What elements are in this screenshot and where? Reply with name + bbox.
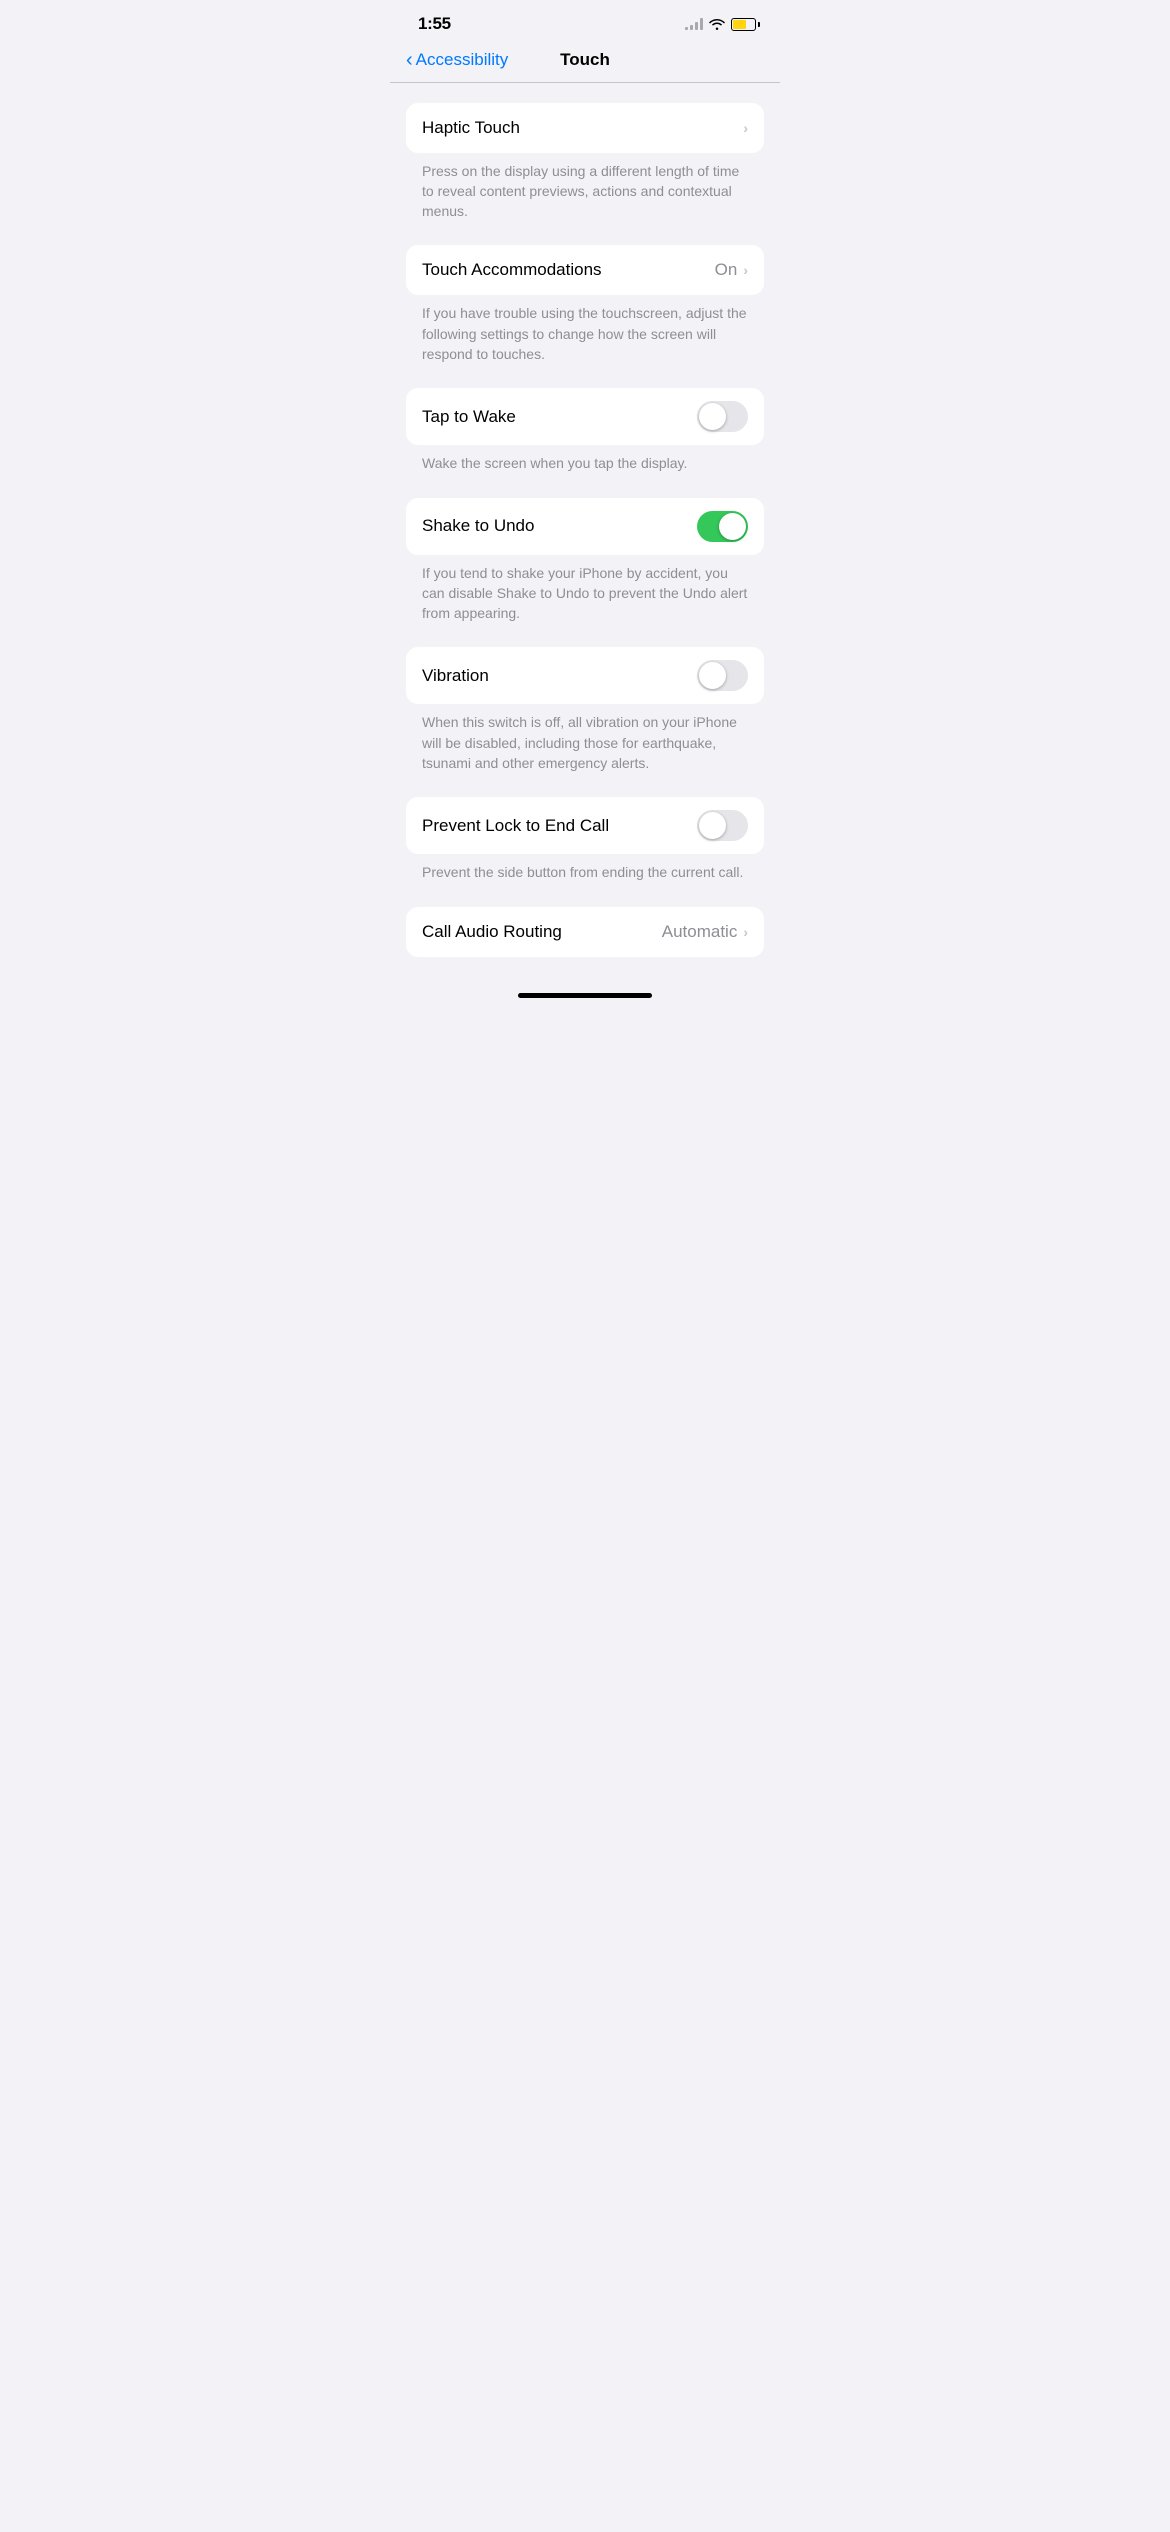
vibration-group: Vibration When this switch is off, all v…	[406, 647, 764, 789]
touch-accommodations-card: Touch Accommodations On ›	[406, 245, 764, 295]
haptic-touch-chevron: ›	[743, 120, 748, 136]
vibration-row: Vibration	[406, 647, 764, 704]
touch-accommodations-chevron: ›	[743, 262, 748, 278]
vibration-label: Vibration	[422, 666, 489, 686]
call-audio-routing-chevron: ›	[743, 924, 748, 940]
tap-to-wake-description: Wake the screen when you tap the display…	[406, 445, 764, 489]
nav-bar: ‹ Accessibility Touch	[390, 42, 780, 82]
haptic-touch-description: Press on the display using a different l…	[406, 153, 764, 238]
tap-to-wake-row: Tap to Wake	[406, 388, 764, 445]
call-audio-routing-value: Automatic	[662, 922, 738, 942]
page-title: Touch	[560, 50, 610, 70]
home-indicator	[518, 993, 652, 998]
prevent-lock-toggle-thumb	[699, 812, 726, 839]
call-audio-routing-label: Call Audio Routing	[422, 922, 562, 942]
touch-accommodations-description: If you have trouble using the touchscree…	[406, 295, 764, 380]
vibration-toggle[interactable]	[697, 660, 748, 691]
haptic-touch-card: Haptic Touch ›	[406, 103, 764, 153]
shake-to-undo-description: If you tend to shake your iPhone by acci…	[406, 555, 764, 640]
prevent-lock-group: Prevent Lock to End Call Prevent the sid…	[406, 797, 764, 898]
prevent-lock-toggle[interactable]	[697, 810, 748, 841]
call-audio-routing-right: Automatic ›	[662, 922, 748, 942]
status-icons: ⚡	[685, 18, 760, 31]
prevent-lock-card: Prevent Lock to End Call	[406, 797, 764, 854]
back-button[interactable]: ‹ Accessibility	[406, 50, 508, 70]
call-audio-routing-card: Call Audio Routing Automatic ›	[406, 907, 764, 957]
haptic-touch-label: Haptic Touch	[422, 118, 520, 138]
tap-to-wake-group: Tap to Wake Wake the screen when you tap…	[406, 388, 764, 489]
status-bar: 1:55 ⚡	[390, 0, 780, 42]
vibration-toggle-thumb	[699, 662, 726, 689]
settings-content: Haptic Touch › Press on the display usin…	[390, 83, 780, 985]
tap-to-wake-toggle-thumb	[699, 403, 726, 430]
status-time: 1:55	[418, 14, 451, 34]
tap-to-wake-card: Tap to Wake	[406, 388, 764, 445]
battery-icon: ⚡	[731, 18, 760, 31]
wifi-icon	[709, 18, 725, 30]
touch-accommodations-label: Touch Accommodations	[422, 260, 602, 280]
haptic-touch-group: Haptic Touch › Press on the display usin…	[406, 103, 764, 238]
haptic-touch-right: ›	[743, 120, 748, 136]
chevron-left-icon: ‹	[406, 50, 413, 70]
shake-to-undo-toggle-thumb	[719, 513, 746, 540]
shake-to-undo-label: Shake to Undo	[422, 516, 534, 536]
vibration-card: Vibration	[406, 647, 764, 704]
touch-accommodations-group: Touch Accommodations On › If you have tr…	[406, 245, 764, 380]
prevent-lock-label: Prevent Lock to End Call	[422, 816, 609, 836]
touch-accommodations-value: On	[715, 260, 738, 280]
haptic-touch-row[interactable]: Haptic Touch ›	[406, 103, 764, 153]
touch-accommodations-row[interactable]: Touch Accommodations On ›	[406, 245, 764, 295]
tap-to-wake-toggle[interactable]	[697, 401, 748, 432]
touch-accommodations-right: On ›	[715, 260, 748, 280]
call-audio-routing-row[interactable]: Call Audio Routing Automatic ›	[406, 907, 764, 957]
call-audio-routing-group: Call Audio Routing Automatic ›	[406, 907, 764, 957]
vibration-description: When this switch is off, all vibration o…	[406, 704, 764, 789]
shake-to-undo-toggle[interactable]	[697, 511, 748, 542]
signal-icon	[685, 18, 703, 30]
prevent-lock-row: Prevent Lock to End Call	[406, 797, 764, 854]
shake-to-undo-card: Shake to Undo	[406, 498, 764, 555]
prevent-lock-description: Prevent the side button from ending the …	[406, 854, 764, 898]
tap-to-wake-label: Tap to Wake	[422, 407, 516, 427]
shake-to-undo-group: Shake to Undo If you tend to shake your …	[406, 498, 764, 640]
back-label: Accessibility	[416, 50, 509, 70]
shake-to-undo-row: Shake to Undo	[406, 498, 764, 555]
